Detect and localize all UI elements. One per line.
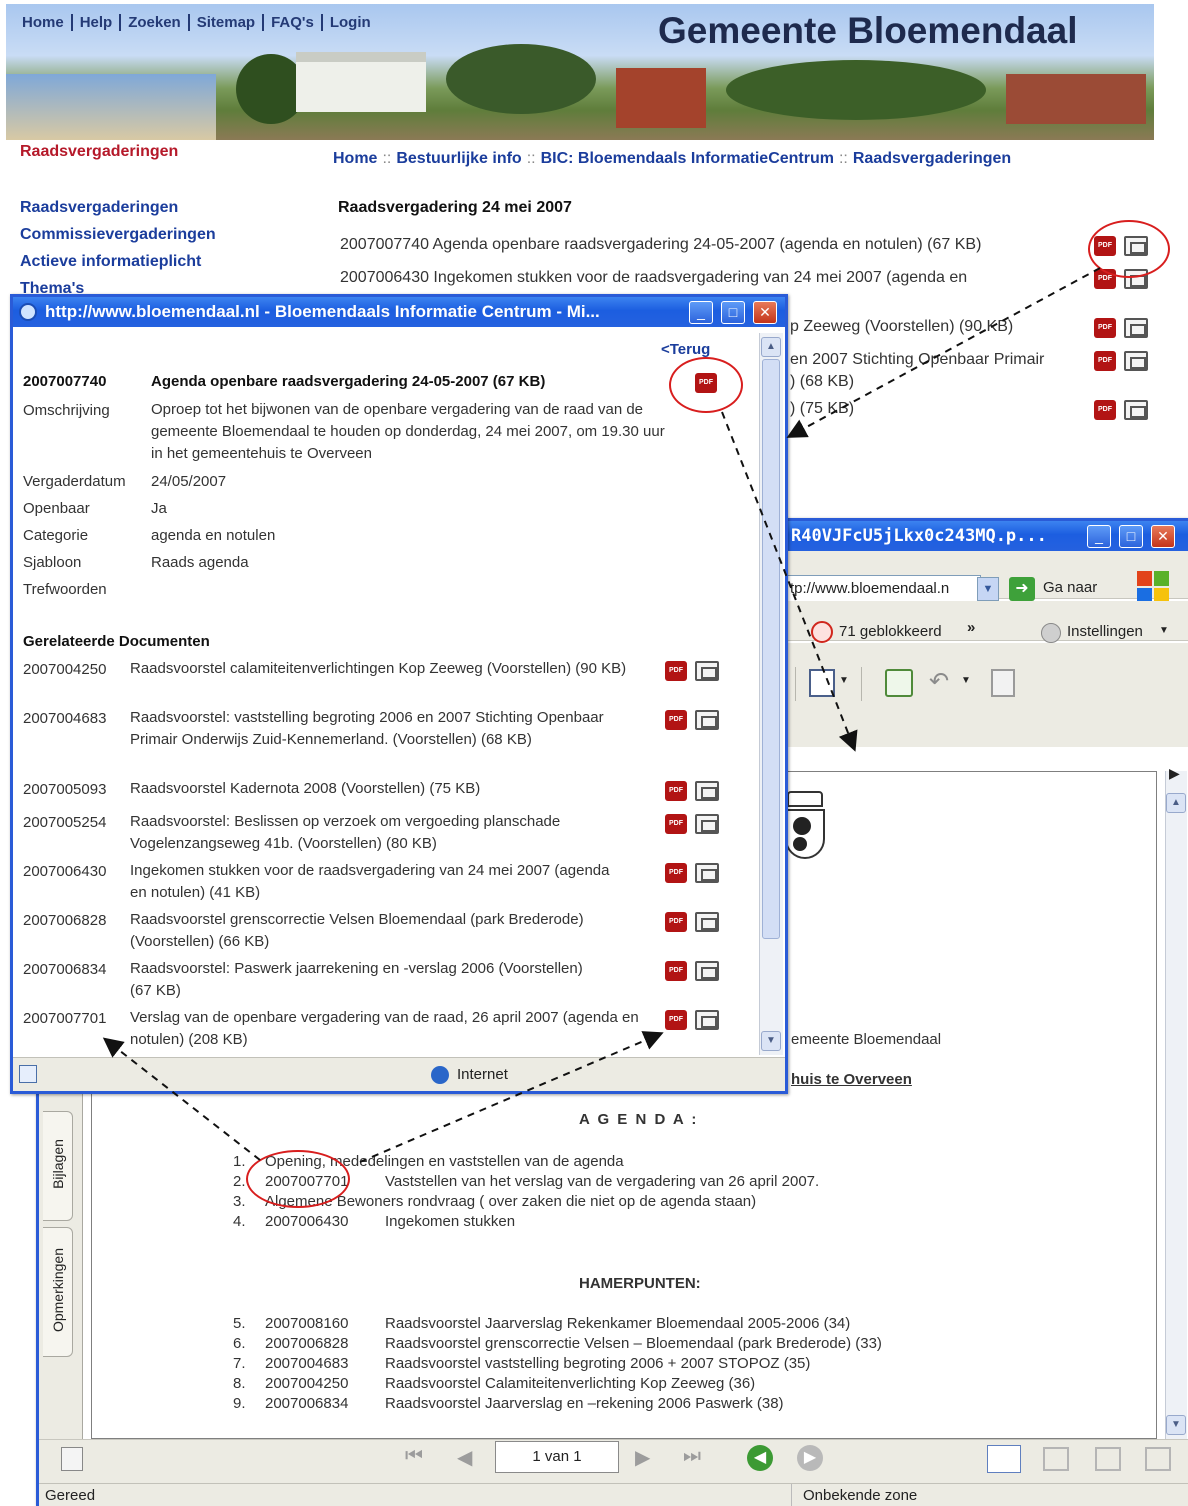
arrow-to-popup [786,267,1101,438]
arrow-to-related-number [102,1037,261,1161]
annotation-arrows [102,267,1101,1163]
arrow-to-pdf [721,411,858,752]
arrow-to-related-pdf [359,1031,664,1163]
